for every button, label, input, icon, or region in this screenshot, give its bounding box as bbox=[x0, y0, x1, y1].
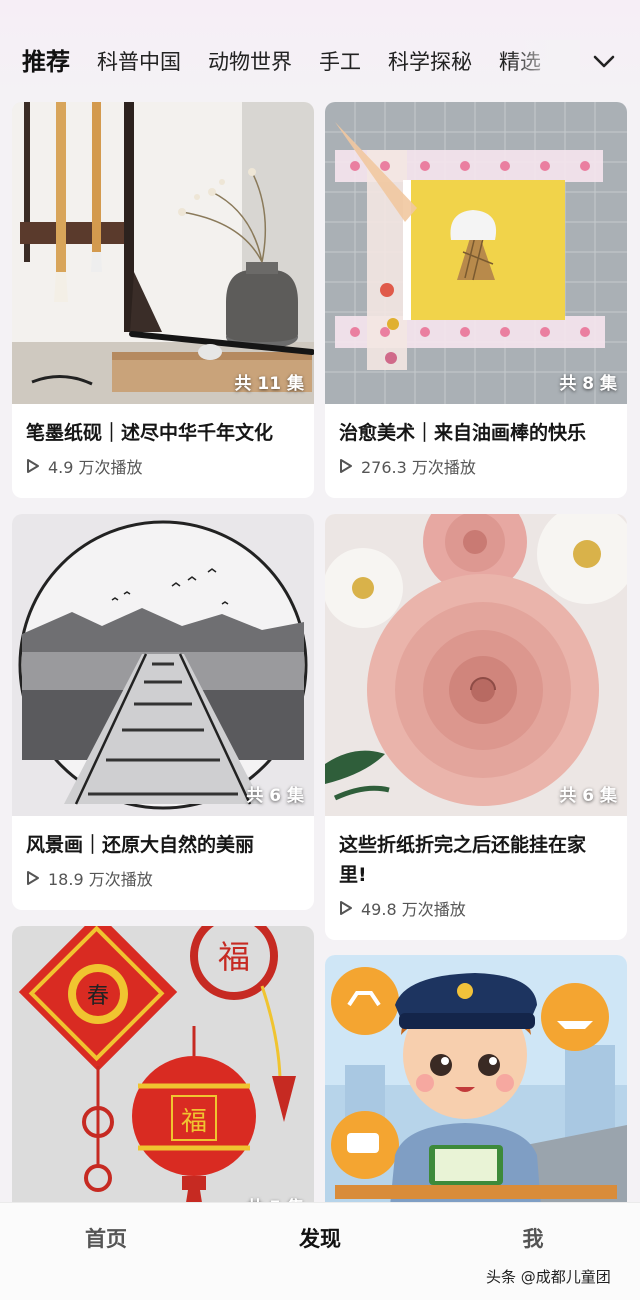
play-count-text: 49.8 万次播放 bbox=[361, 900, 466, 919]
tab-recommend[interactable]: 推荐 bbox=[22, 44, 70, 80]
episode-count-badge: 共 8 集 bbox=[559, 374, 617, 394]
episode-count-badge: 共 11 集 bbox=[234, 374, 305, 394]
card-thumbnail: 共 6 集 bbox=[12, 514, 314, 816]
video-card[interactable]: 共 6 集 风景画｜还原大自然的美丽 18.9 万次播放 bbox=[12, 514, 314, 910]
play-count: 4.9 万次播放 bbox=[12, 448, 314, 478]
video-card[interactable] bbox=[325, 955, 627, 1228]
card-thumbnail bbox=[325, 955, 627, 1228]
card-title: 笔墨纸砚｜述尽中华千年文化 bbox=[26, 422, 274, 444]
play-count-text: 4.9 万次播放 bbox=[48, 458, 143, 477]
nav-home[interactable]: 首页 bbox=[66, 1223, 146, 1253]
chevron-down-icon[interactable] bbox=[590, 50, 618, 74]
episode-count-badge: 共 6 集 bbox=[246, 786, 304, 806]
card-thumbnail: 共 8 集 bbox=[325, 102, 627, 404]
nav-me[interactable]: 我 bbox=[493, 1223, 573, 1253]
play-icon bbox=[340, 901, 352, 915]
play-count-text: 18.9 万次播放 bbox=[48, 870, 153, 889]
play-icon bbox=[340, 459, 352, 473]
card-title: 这些折纸折完之后还能挂在家里! bbox=[339, 834, 587, 886]
chun-character: 春 bbox=[87, 984, 109, 1009]
episode-count-badge: 共 6 集 bbox=[559, 786, 617, 806]
video-card[interactable]: 共 6 集 这些折纸折完之后还能挂在家里! 49.8 万次播放 bbox=[325, 514, 627, 940]
card-thumbnail: 共 6 集 bbox=[325, 514, 627, 816]
fu-character-round: 福 bbox=[218, 938, 250, 976]
tab-science-explore[interactable]: 科学探秘 bbox=[388, 44, 472, 80]
video-card[interactable]: 春 福 福 共 5 集 bbox=[12, 926, 314, 1228]
watermark: 头条 @成都儿童团 bbox=[486, 1268, 611, 1286]
tabs-fade bbox=[510, 40, 580, 84]
card-title: 治愈美术｜来自油画棒的快乐 bbox=[339, 422, 587, 444]
tab-science-china[interactable]: 科普中国 bbox=[97, 44, 181, 80]
play-count: 49.8 万次播放 bbox=[325, 890, 627, 920]
video-card[interactable]: 共 11 集 笔墨纸砚｜述尽中华千年文化 4.9 万次播放 bbox=[12, 102, 314, 498]
fu-character-lantern: 福 bbox=[181, 1107, 207, 1137]
card-thumbnail: 春 福 福 共 5 集 bbox=[12, 926, 314, 1228]
nav-discover[interactable]: 发现 bbox=[280, 1223, 360, 1253]
play-count: 276.3 万次播放 bbox=[325, 448, 627, 478]
card-thumbnail: 共 11 集 bbox=[12, 102, 314, 404]
category-tabs: 推荐 科普中国 动物世界 手工 科学探秘 精选 bbox=[22, 42, 582, 82]
play-icon bbox=[27, 871, 39, 885]
video-card[interactable]: 共 8 集 治愈美术｜来自油画棒的快乐 276.3 万次播放 bbox=[325, 102, 627, 498]
play-icon bbox=[27, 459, 39, 473]
tab-animal-world[interactable]: 动物世界 bbox=[208, 44, 292, 80]
tab-handcraft[interactable]: 手工 bbox=[319, 44, 361, 80]
play-count-text: 276.3 万次播放 bbox=[361, 458, 476, 477]
card-title: 风景画｜还原大自然的美丽 bbox=[26, 834, 255, 856]
play-count: 18.9 万次播放 bbox=[12, 860, 314, 890]
